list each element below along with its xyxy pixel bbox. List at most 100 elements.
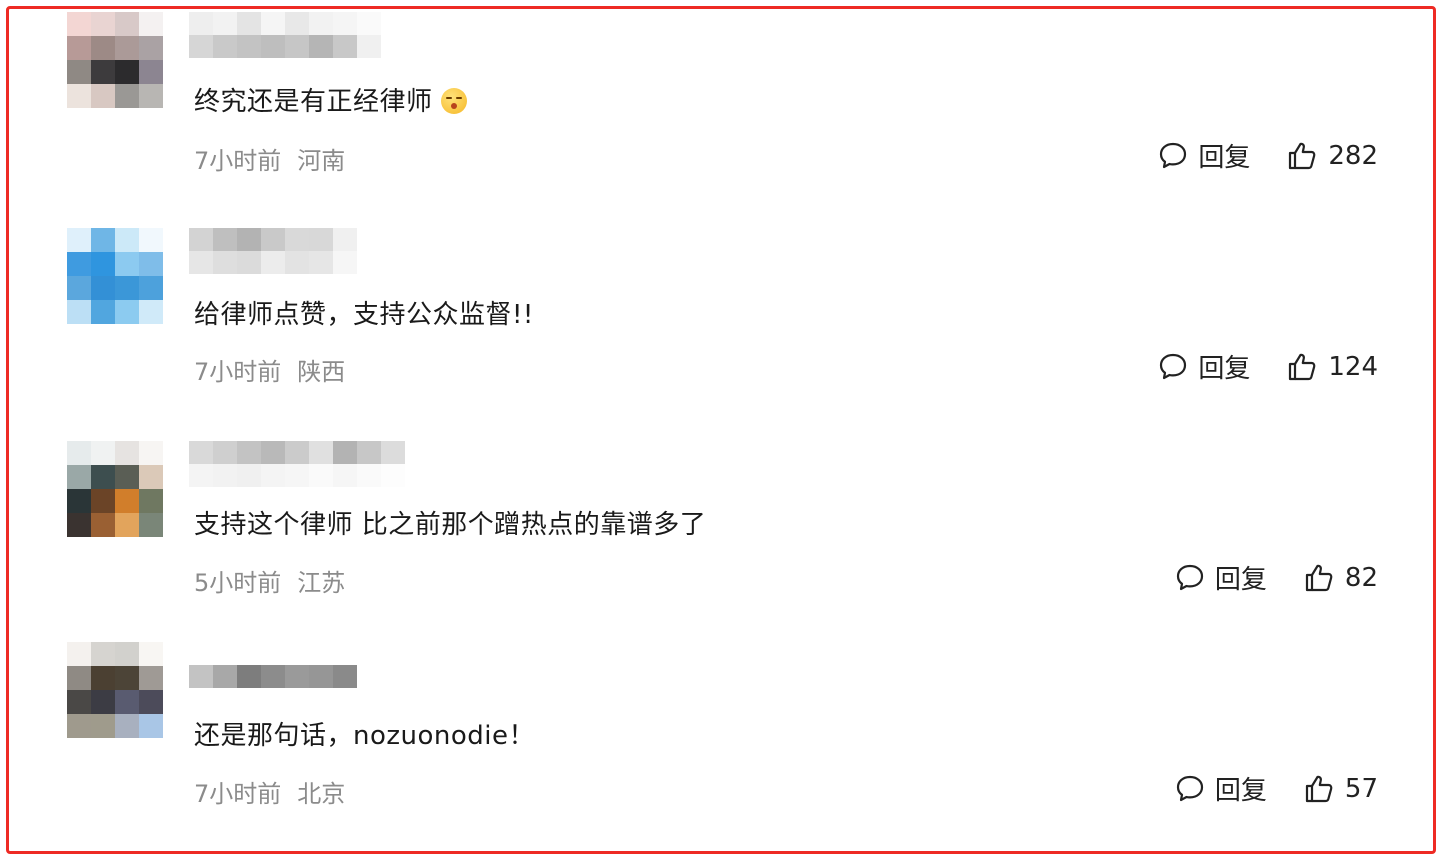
reply-label: 回复 bbox=[1198, 354, 1251, 384]
avatar-pixel bbox=[67, 714, 91, 738]
comment-bubble-icon bbox=[1175, 563, 1205, 593]
avatar-pixel bbox=[115, 60, 139, 84]
reply-button[interactable]: 回复 bbox=[1158, 348, 1250, 385]
avatar-pixel bbox=[67, 300, 91, 324]
comment-item: 支持这个律师 比之前那个蹭热点的靠谱多了 5小时前 江苏 回复 82 bbox=[9, 431, 1433, 642]
username-blurred[interactable] bbox=[189, 441, 405, 487]
username-pixel bbox=[333, 35, 357, 58]
username-pixel bbox=[189, 35, 213, 58]
username-pixel bbox=[285, 642, 309, 665]
comment-item: 给律师点赞，支持公众监督!! 7小时前 陕西 回复 124 bbox=[9, 220, 1433, 431]
username-pixel bbox=[237, 251, 261, 274]
avatar-pixel bbox=[67, 513, 91, 537]
like-button[interactable]: 57 bbox=[1303, 773, 1378, 805]
username-pixel bbox=[309, 35, 333, 58]
username-pixel bbox=[213, 665, 237, 688]
comment-text-content: 支持这个律师 比之前那个蹭热点的靠谱多了 bbox=[194, 510, 707, 540]
username-pixel bbox=[309, 228, 333, 251]
avatar[interactable] bbox=[67, 12, 163, 108]
avatar-pixel bbox=[115, 300, 139, 324]
avatar-pixel bbox=[91, 60, 115, 84]
comment-text-content: 还是那句话，nozuonodie！ bbox=[194, 721, 536, 751]
username-pixel bbox=[309, 642, 333, 665]
avatar-pixel bbox=[91, 690, 115, 714]
avatar-pixel bbox=[139, 690, 163, 714]
username-pixel bbox=[309, 665, 333, 688]
like-count: 57 bbox=[1344, 773, 1378, 804]
username-pixel bbox=[333, 441, 357, 464]
username-pixel bbox=[261, 12, 285, 35]
username-blurred[interactable] bbox=[189, 12, 381, 58]
avatar-pixel bbox=[91, 714, 115, 738]
username-pixel bbox=[213, 464, 237, 487]
username-pixel bbox=[261, 665, 285, 688]
avatar[interactable] bbox=[67, 228, 163, 324]
like-count: 124 bbox=[1328, 351, 1378, 382]
username-pixel bbox=[285, 12, 309, 35]
username-pixel bbox=[213, 228, 237, 251]
username-blur-row bbox=[189, 642, 357, 665]
avatar-pixel bbox=[67, 84, 91, 108]
username-pixel bbox=[333, 251, 357, 274]
like-button[interactable]: 82 bbox=[1303, 562, 1378, 594]
avatar-pixel bbox=[139, 84, 163, 108]
avatar-pixel bbox=[91, 489, 115, 513]
comment-text-content: 终究还是有正经律师 bbox=[194, 87, 433, 117]
reply-button[interactable]: 回复 bbox=[1175, 770, 1267, 807]
avatar-pixel bbox=[115, 642, 139, 666]
avatar-pixel bbox=[91, 666, 115, 690]
reply-button[interactable]: 回复 bbox=[1175, 559, 1267, 596]
reply-button[interactable]: 回复 bbox=[1158, 137, 1250, 174]
username-pixel bbox=[357, 35, 381, 58]
avatar-pixel bbox=[115, 690, 139, 714]
avatar-pixel bbox=[67, 465, 91, 489]
comment-text: 还是那句话，nozuonodie！ bbox=[194, 715, 535, 752]
avatar-pixel bbox=[91, 84, 115, 108]
username-pixel bbox=[309, 441, 333, 464]
thumbs-up-icon bbox=[1286, 351, 1318, 383]
like-button[interactable]: 124 bbox=[1286, 351, 1378, 383]
comment-actions: 回复 282 bbox=[1158, 137, 1378, 174]
avatar-pixel bbox=[139, 36, 163, 60]
comment-meta: 7小时前 北京 bbox=[194, 774, 345, 809]
avatar-pixel bbox=[91, 276, 115, 300]
comment-location: 河南 bbox=[297, 147, 346, 175]
comment-bubble-icon bbox=[1158, 352, 1188, 382]
avatar-pixel bbox=[67, 252, 91, 276]
avatar-pixel bbox=[115, 228, 139, 252]
username-blurred[interactable] bbox=[189, 228, 357, 274]
username-pixel bbox=[261, 464, 285, 487]
username-pixel bbox=[357, 464, 381, 487]
avatar-pixel bbox=[139, 228, 163, 252]
comment-bubble-icon bbox=[1158, 141, 1188, 171]
avatar[interactable] bbox=[67, 441, 163, 537]
username-pixel bbox=[309, 251, 333, 274]
avatar-pixel bbox=[115, 465, 139, 489]
avatar-pixel bbox=[139, 642, 163, 666]
username-pixel bbox=[237, 464, 261, 487]
comment-meta: 7小时前 陕西 bbox=[194, 352, 345, 387]
avatar[interactable] bbox=[67, 642, 163, 738]
avatar-pixel bbox=[91, 441, 115, 465]
username-pixel bbox=[309, 12, 333, 35]
username-blur-row bbox=[189, 441, 405, 464]
avatar-pixel bbox=[67, 666, 91, 690]
username-pixel bbox=[261, 642, 285, 665]
avatar-pixel bbox=[139, 441, 163, 465]
like-count: 282 bbox=[1328, 140, 1378, 171]
username-pixel bbox=[333, 12, 357, 35]
like-button[interactable]: 282 bbox=[1286, 140, 1378, 172]
username-pixel bbox=[237, 35, 261, 58]
avatar-pixel bbox=[139, 252, 163, 276]
avatar-pixel bbox=[91, 36, 115, 60]
avatar-pixel bbox=[115, 441, 139, 465]
username-blurred[interactable] bbox=[189, 642, 357, 688]
avatar-pixel bbox=[115, 276, 139, 300]
comment-actions: 回复 57 bbox=[1175, 770, 1378, 807]
avatar-pixel bbox=[67, 489, 91, 513]
username-pixel bbox=[237, 642, 261, 665]
username-pixel bbox=[285, 251, 309, 274]
username-pixel bbox=[213, 251, 237, 274]
username-pixel bbox=[189, 12, 213, 35]
avatar-pixel bbox=[139, 276, 163, 300]
